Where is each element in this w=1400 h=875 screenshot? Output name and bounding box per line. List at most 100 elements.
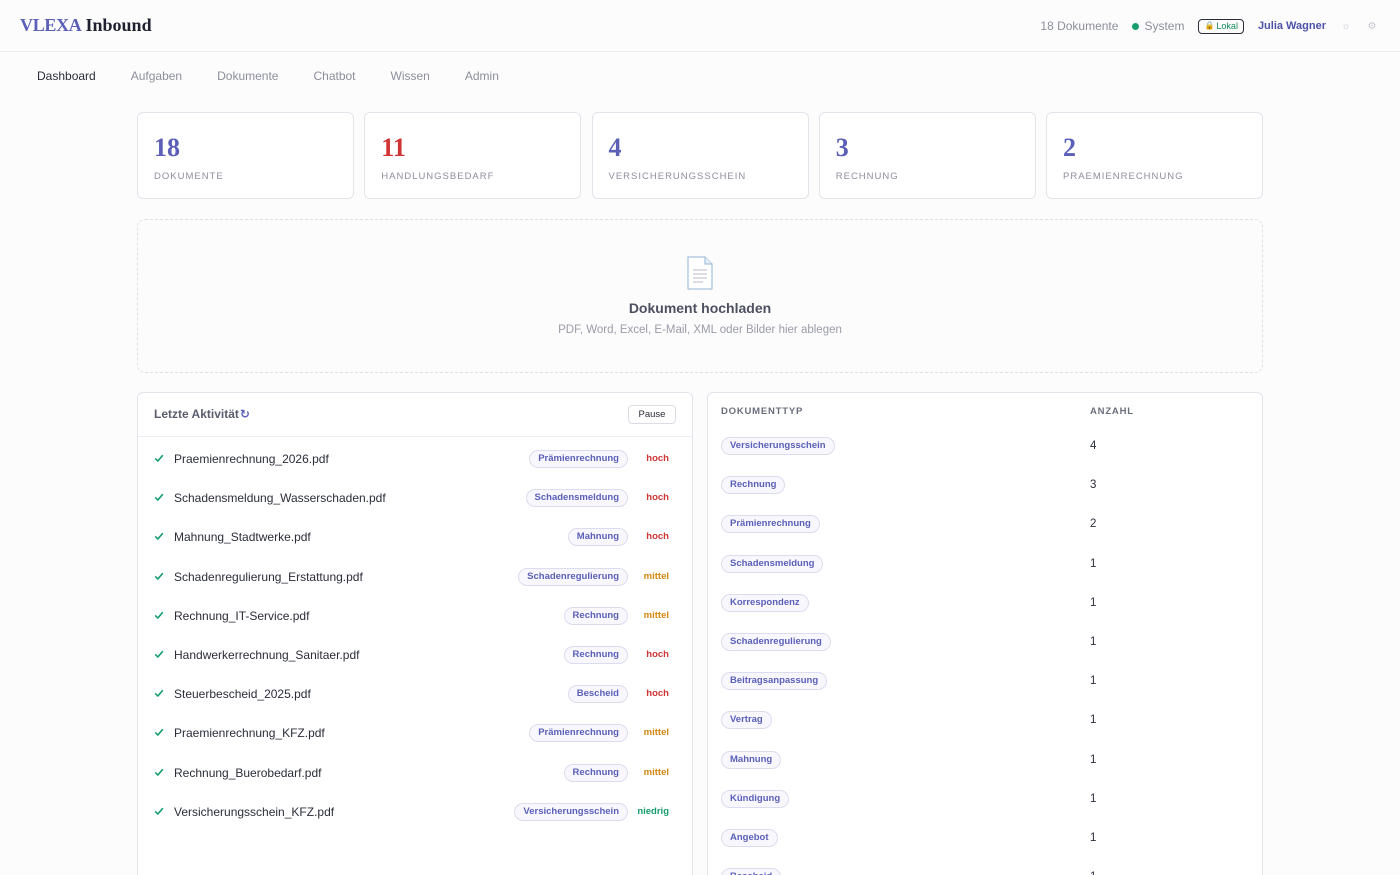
activity-row[interactable]: Rechnung_Buerobedarf.pdf Rechnung mittel	[138, 755, 694, 794]
main-nav: Dashboard Aufgaben Dokumente Chatbot Wis…	[37, 69, 534, 83]
doctype-badge: Prämienrechnung	[529, 450, 628, 468]
activity-title: Letzte Aktivität↻	[154, 407, 250, 421]
activity-header: Letzte Aktivität↻ Pause	[138, 393, 692, 437]
lokal-badge: 🔒 Lokal	[1198, 18, 1244, 34]
stat-value: 2	[1063, 133, 1076, 162]
tab-wissen[interactable]: Wissen	[391, 69, 430, 83]
doctype-badge: Prämienrechnung	[529, 724, 628, 743]
doctype-badge: Rechnung	[563, 763, 628, 782]
doctype-row-versicherungsschein[interactable]: Versicherungsschein 4	[708, 437, 1264, 476]
activity-row[interactable]: Praemienrechnung_KFZ.pdf Prämienrechnung m…	[138, 715, 694, 754]
stat-value: 4	[608, 133, 622, 162]
doctype-count: 1	[1090, 596, 1097, 609]
stat-label: DOKUMENTE	[154, 171, 224, 182]
tab-dashboard[interactable]: Dashboard	[37, 69, 96, 83]
app-header: VLEXA Inbound 18 Dokumente System 🔒 Lokal…	[0, 0, 1400, 52]
theme-icon[interactable]: ☼	[1340, 21, 1352, 32]
doctype-badge: Rechnung	[721, 476, 786, 495]
activity-row[interactable]: Handwerkerrechnung_Sanitaer.pdf Rechnung h…	[138, 637, 694, 676]
doctype-badge: Schadensmeldung	[721, 554, 824, 573]
activity-row[interactable]: Rechnung_IT-Service.pdf Rechnung mittel	[138, 598, 694, 637]
activity-file-name[interactable]: Schadensmeldung_Wasserschaden.pdf	[174, 491, 386, 505]
doctype-row-schadenregulierung[interactable]: Schadenregulierung 1	[708, 633, 1264, 672]
doctype-badge: Schadenregulierung	[721, 633, 831, 651]
doctype-row-schadensmeldung[interactable]: Schadensmeldung 1	[708, 554, 1264, 594]
priority-label: mittel	[643, 609, 669, 621]
upload-dropzone[interactable]: Dokument hochladen PDF, Word, Excel, E-M…	[137, 219, 1263, 373]
settings-icon[interactable]: ⚙	[1366, 21, 1378, 32]
doctype-badge: Korrespondenz	[721, 593, 809, 612]
doctype-count: 1	[1090, 636, 1097, 648]
doctype-row-angebot[interactable]: Angebot 1	[708, 829, 1264, 868]
activity-row[interactable]: Praemienrechnung_2026.pdf Prämienrechnung…	[138, 441, 694, 480]
doctype-row-mahnung[interactable]: Mahnung 1	[708, 750, 1264, 790]
check-icon	[154, 650, 164, 659]
doctype-row-vertrag[interactable]: Vertrag 1	[708, 711, 1264, 750]
activity-row[interactable]: Schadensmeldung_Wasserschaden.pdf Schaden…	[138, 480, 694, 519]
status-dot-icon	[1132, 22, 1140, 30]
refresh-icon[interactable]: ↻	[240, 407, 250, 421]
check-icon	[154, 689, 164, 698]
brand-logo[interactable]: VLEXA Inbound	[20, 15, 152, 36]
check-icon	[154, 493, 164, 502]
doctype-count: 2	[1090, 518, 1097, 531]
doctype-count: 1	[1090, 557, 1097, 570]
stat-card-dokumente[interactable]: 18 DOKUMENTE	[137, 112, 354, 199]
stat-cards: 18 DOKUMENTE 11 HANDLUNGSBEDARF 4 VERSIC…	[137, 112, 1263, 199]
doctype-badge: Schadensmeldung	[525, 489, 628, 508]
priority-label: hoch	[646, 649, 669, 660]
doctype-badge: Bescheid	[567, 685, 628, 704]
doctype-row-korrespondenz[interactable]: Korrespondenz 1	[708, 593, 1264, 633]
activity-row[interactable]: Steuerbescheid_2025.pdf Bescheid hoch	[138, 676, 694, 715]
stat-label: PRAEMIENRECHNUNG	[1063, 171, 1184, 182]
doctype-badge: Beitragsanpassung	[721, 672, 828, 691]
doctype-count: 4	[1090, 440, 1097, 452]
system-status: System	[1132, 19, 1184, 33]
activity-file-name[interactable]: Rechnung_Buerobedarf.pdf	[174, 766, 321, 780]
doctype-row-bescheid[interactable]: Bescheid 1	[708, 868, 1264, 875]
check-icon	[154, 533, 164, 541]
pause-button[interactable]: Pause	[628, 405, 676, 424]
doctype-badge: Angebot	[721, 829, 778, 847]
activity-file-name[interactable]: Handwerkerrechnung_Sanitaer.pdf	[174, 648, 359, 662]
doctype-row-kuendigung[interactable]: Kündigung 1	[708, 789, 1264, 829]
activity-row[interactable]: Versicherungsschein_KFZ.pdf Versicherungs…	[138, 794, 694, 833]
doctype-badge: Mahnung	[567, 528, 628, 547]
doctype-count: 3	[1090, 479, 1097, 492]
tab-dokumente[interactable]: Dokumente	[217, 69, 278, 83]
activity-file-name[interactable]: Versicherungsschein_KFZ.pdf	[174, 805, 334, 819]
activity-file-name[interactable]: Praemienrechnung_KFZ.pdf	[174, 726, 325, 740]
doctype-count: 1	[1090, 871, 1096, 875]
doctype-badge: Versicherungsschein	[721, 437, 835, 455]
stat-value: 3	[835, 133, 849, 162]
doctype-row-beitragsanpassung[interactable]: Beitragsanpassung 1	[708, 672, 1264, 711]
column-header-type[interactable]: DOKUMENTTYP	[721, 406, 803, 417]
activity-file-name[interactable]: Rechnung_IT-Service.pdf	[174, 609, 309, 623]
doctype-badge: Prämienrechnung	[721, 515, 820, 534]
stat-card-praemienrechnung[interactable]: 2 PRAEMIENRECHNUNG	[1046, 112, 1263, 199]
activity-file-name[interactable]: Praemienrechnung_2026.pdf	[174, 452, 329, 466]
activity-row[interactable]: Schadenregulierung_Erstattung.pdf Schaden…	[138, 559, 694, 598]
tab-chatbot[interactable]: Chatbot	[313, 69, 355, 83]
doctype-count: 1	[1090, 792, 1097, 805]
column-header-count[interactable]: ANZAHL	[1090, 406, 1134, 417]
user-name[interactable]: Julia Wagner	[1258, 20, 1326, 32]
priority-label: mittel	[643, 727, 669, 739]
stat-card-versicherungsschein[interactable]: 4 VERSICHERUNGSSCHEIN	[591, 112, 809, 199]
brand-product: Inbound	[85, 15, 152, 35]
activity-file-name[interactable]: Schadenregulierung_Erstattung.pdf	[174, 570, 363, 584]
document-icon	[687, 256, 713, 290]
tab-admin[interactable]: Admin	[465, 69, 499, 83]
stat-card-rechnung[interactable]: 3 RECHNUNG	[818, 112, 1036, 199]
activity-file-name[interactable]: Mahnung_Stadtwerke.pdf	[174, 530, 311, 544]
tab-aufgaben[interactable]: Aufgaben	[131, 69, 182, 83]
doctype-row-rechnung[interactable]: Rechnung 3	[708, 476, 1264, 515]
activity-file-name[interactable]: Steuerbescheid_2025.pdf	[174, 687, 311, 701]
doctype-badge: Versicherungsschein	[514, 802, 628, 821]
activity-row[interactable]: Mahnung_Stadtwerke.pdf Mahnung hoch	[138, 519, 694, 558]
stat-card-handlungsbedarf[interactable]: 11 HANDLUNGSBEDARF	[364, 112, 582, 199]
doctype-row-praemienrechnung[interactable]: Prämienrechnung 2	[708, 515, 1264, 554]
check-icon	[154, 768, 164, 776]
doctype-badge: Mahnung	[721, 750, 782, 769]
upload-subtitle: PDF, Word, Excel, E-Mail, XML oder Bilde…	[558, 324, 842, 336]
